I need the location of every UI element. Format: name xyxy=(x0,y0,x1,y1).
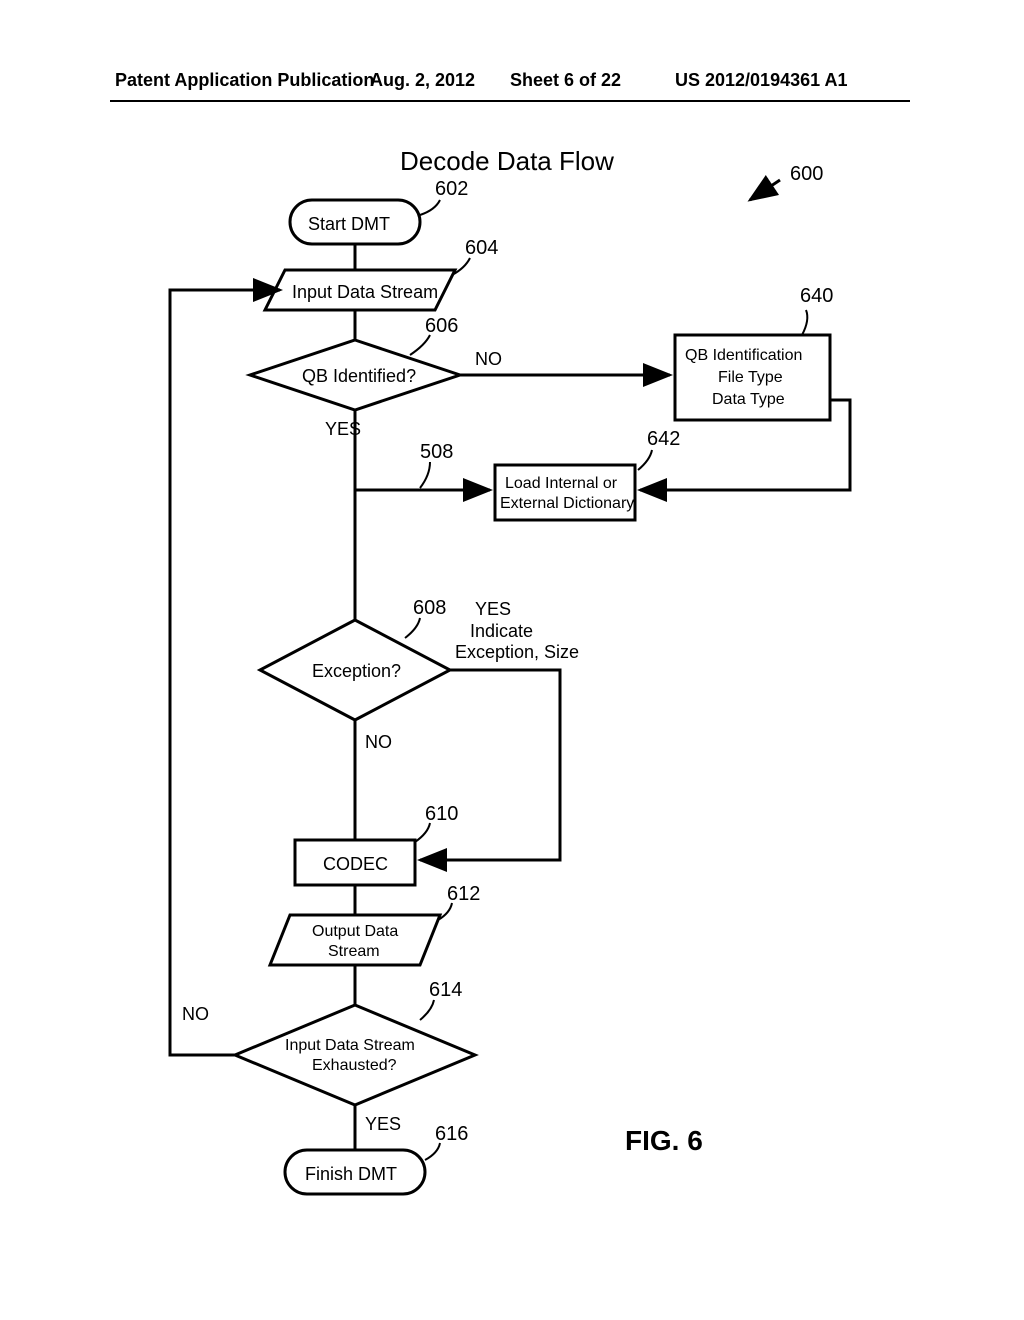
svg-text:612: 612 xyxy=(447,883,480,905)
header-docnum: US 2012/0194361 A1 xyxy=(675,70,847,91)
svg-text:Input Data Stream: Input Data Stream xyxy=(285,1037,415,1054)
ref-604: 604 xyxy=(452,237,498,275)
svg-text:Start DMT: Start DMT xyxy=(308,214,390,234)
node-finish: Finish DMT xyxy=(285,1150,425,1194)
label-yes-exception: YES xyxy=(475,599,511,619)
svg-text:Output Data: Output Data xyxy=(312,923,398,940)
svg-text:616: 616 xyxy=(435,1123,468,1145)
svg-text:600: 600 xyxy=(790,163,823,185)
node-qb-identification-box: QB Identification File Type Data Type xyxy=(675,335,830,420)
svg-text:508: 508 xyxy=(420,441,453,463)
header-sheet: Sheet 6 of 22 xyxy=(510,70,621,91)
svg-text:File Type: File Type xyxy=(718,369,783,386)
ref-610: 610 xyxy=(415,803,458,842)
svg-text:Input Data Stream: Input Data Stream xyxy=(292,282,438,302)
page: Patent Application Publication Aug. 2, 2… xyxy=(0,0,1024,1320)
node-input: Input Data Stream xyxy=(265,270,455,310)
svg-text:QB Identified?: QB Identified? xyxy=(302,366,416,386)
svg-text:642: 642 xyxy=(647,428,680,450)
svg-text:Load Internal or: Load Internal or xyxy=(505,475,618,492)
note-indicate: Indicate xyxy=(470,621,533,641)
svg-text:External Dictionary: External Dictionary xyxy=(500,495,634,512)
node-output: Output Data Stream xyxy=(270,915,440,965)
header-rule xyxy=(110,100,910,102)
svg-text:Exception?: Exception? xyxy=(312,661,401,681)
svg-text:Stream: Stream xyxy=(328,943,380,960)
ref-642: 642 xyxy=(638,428,680,470)
ref-600: 600 xyxy=(750,163,823,200)
label-yes-exhausted: YES xyxy=(365,1114,401,1134)
node-load-dictionary: Load Internal or External Dictionary xyxy=(495,465,635,520)
node-qb-identified: QB Identified? xyxy=(250,340,460,410)
svg-text:QB Identification: QB Identification xyxy=(685,347,802,364)
svg-text:640: 640 xyxy=(800,285,833,307)
label-no-exhausted: NO xyxy=(182,1004,209,1024)
svg-text:CODEC: CODEC xyxy=(323,854,388,874)
note-exception-size: Exception, Size xyxy=(455,642,579,662)
svg-text:610: 610 xyxy=(425,803,458,825)
svg-text:Exhausted?: Exhausted? xyxy=(312,1057,397,1074)
ref-608: 608 xyxy=(405,597,446,638)
node-start: Start DMT xyxy=(290,200,420,244)
ref-614: 614 xyxy=(420,979,462,1020)
header-date: Aug. 2, 2012 xyxy=(370,70,475,91)
label-no-exception: NO xyxy=(365,732,392,752)
svg-text:614: 614 xyxy=(429,979,462,1001)
label-no-qb: NO xyxy=(475,349,502,369)
ref-602: 602 xyxy=(420,178,468,215)
ref-508: 508 xyxy=(420,441,453,488)
node-exhausted: Input Data Stream Exhausted? xyxy=(235,1005,475,1105)
ref-616: 616 xyxy=(425,1123,468,1160)
svg-text:Finish DMT: Finish DMT xyxy=(305,1164,397,1184)
flowchart-svg: Decode Data Flow 600 Start DMT 602 Input… xyxy=(80,140,980,1300)
node-exception: Exception? xyxy=(260,620,450,720)
figure-label: FIG. 6 xyxy=(625,1125,703,1156)
header-pubtype: Patent Application Publication xyxy=(115,70,374,91)
svg-text:Data Type: Data Type xyxy=(712,391,785,408)
diagram-title: Decode Data Flow xyxy=(400,146,614,176)
svg-text:606: 606 xyxy=(425,315,458,337)
ref-606: 606 xyxy=(410,315,458,355)
svg-text:602: 602 xyxy=(435,178,468,200)
svg-text:608: 608 xyxy=(413,597,446,619)
svg-text:604: 604 xyxy=(465,237,498,259)
node-codec: CODEC xyxy=(295,840,415,885)
ref-612: 612 xyxy=(438,883,480,920)
ref-640: 640 xyxy=(800,285,833,335)
